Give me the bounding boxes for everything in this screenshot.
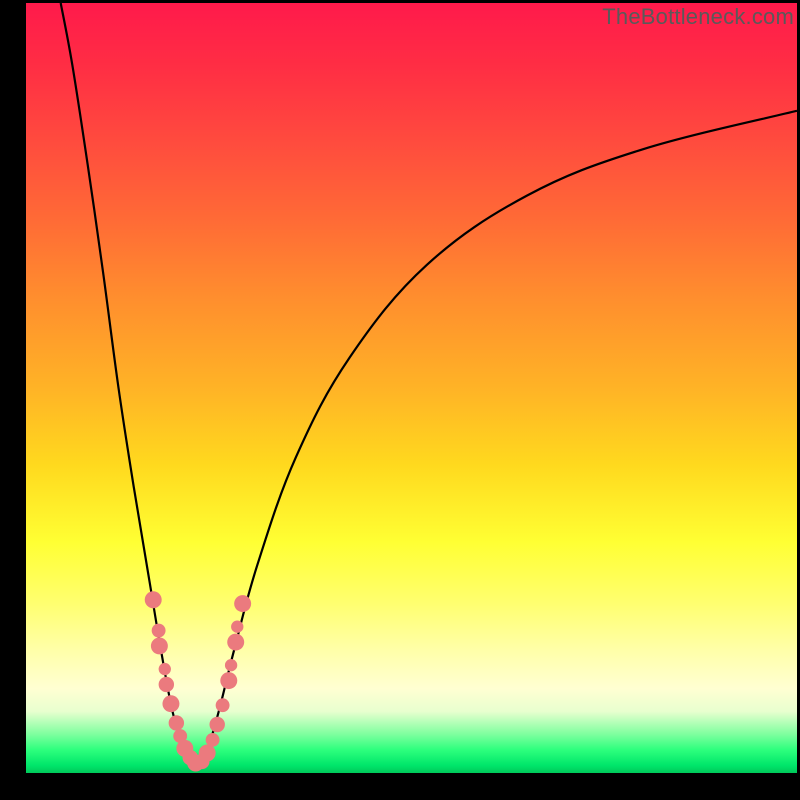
marker-dot	[234, 595, 251, 612]
curve-overlay	[26, 3, 797, 773]
marker-dot	[199, 744, 216, 761]
marker-dot	[145, 591, 162, 608]
marker-dot	[162, 695, 179, 712]
right-curve	[196, 111, 797, 769]
marker-dot	[220, 672, 237, 689]
marker-dot	[159, 677, 174, 692]
marker-dot	[216, 698, 230, 712]
marker-dot	[152, 624, 166, 638]
outer-frame: TheBottleneck.com	[0, 0, 800, 800]
marker-dot	[159, 663, 171, 675]
marker-dot	[206, 733, 220, 747]
left-curve	[61, 3, 196, 769]
marker-dot	[225, 659, 237, 671]
marker-dot	[231, 621, 243, 633]
marker-dot	[151, 637, 168, 654]
marker-dot	[227, 634, 244, 651]
highlighted-points	[145, 591, 251, 771]
marker-dot	[169, 715, 184, 730]
marker-dot	[209, 717, 224, 732]
